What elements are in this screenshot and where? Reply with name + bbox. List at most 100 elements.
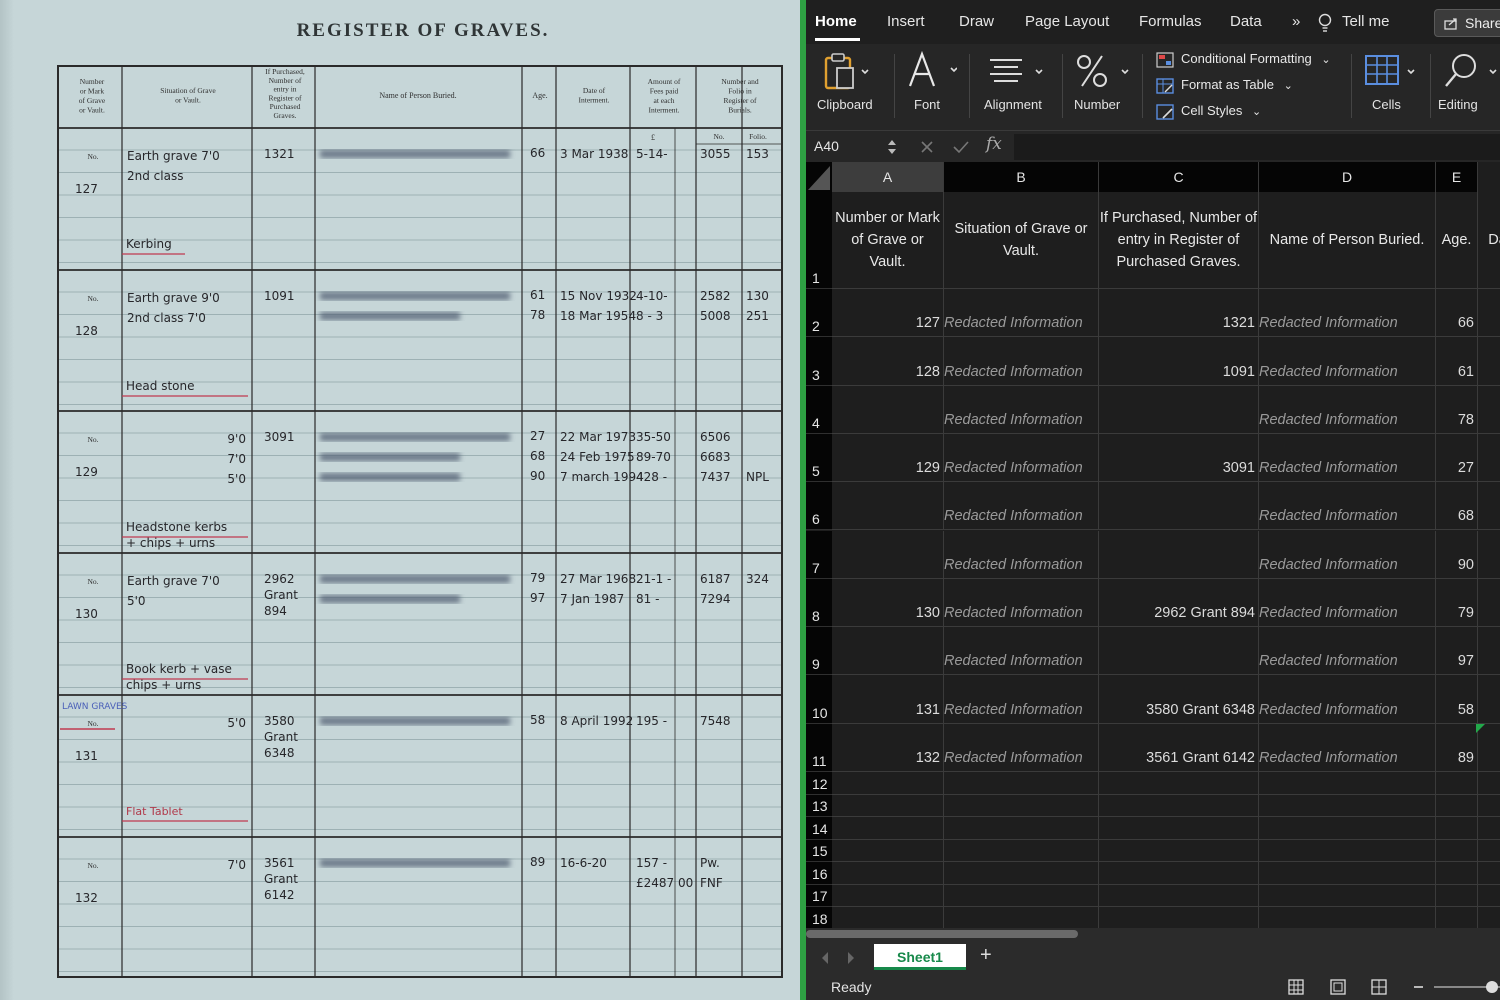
cell-empty-16-3[interactable] [1259, 862, 1436, 885]
row-header-13[interactable]: 13 [806, 794, 832, 817]
cell-c2[interactable]: 1321 [1099, 289, 1259, 338]
cell-c9[interactable] [1099, 627, 1259, 676]
cell-empty-18-4[interactable] [1436, 907, 1478, 930]
number-group[interactable]: Number [1070, 50, 1132, 122]
cell-empty-13-3[interactable] [1259, 794, 1436, 817]
cell-empty-18-1[interactable] [944, 907, 1099, 930]
cell-c3[interactable]: 1091 [1099, 337, 1259, 386]
enter-check-icon[interactable] [952, 140, 970, 154]
cell-e3[interactable]: 61 [1436, 337, 1478, 386]
tab-page-layout[interactable]: Page Layout [1025, 13, 1109, 30]
row-header-8[interactable]: 8 [806, 578, 832, 628]
cell-a10[interactable]: 131 [832, 675, 944, 724]
cell-empty-15-5[interactable] [1478, 840, 1500, 862]
row-header-10[interactable]: 10 [806, 675, 832, 724]
cell-e9[interactable]: 97 [1436, 627, 1478, 676]
editing-group[interactable]: Editing [1436, 50, 1500, 122]
cell-a2[interactable]: 127 [832, 289, 944, 338]
cell-empty-14-0[interactable] [832, 817, 944, 840]
cell-f8[interactable] [1478, 579, 1500, 628]
row-header-18[interactable]: 18 [806, 907, 832, 930]
cell-empty-13-4[interactable] [1436, 794, 1478, 817]
cell-empty-14-4[interactable] [1436, 817, 1478, 840]
cell-d10[interactable]: Redacted Information [1259, 675, 1436, 724]
row-header-17[interactable]: 17 [806, 884, 832, 907]
cell-b2[interactable]: Redacted Information [944, 289, 1099, 338]
cell-b4[interactable]: Redacted Information [944, 385, 1099, 434]
cell-empty-17-4[interactable] [1436, 884, 1478, 907]
cell-d2[interactable]: Redacted Information [1259, 289, 1436, 338]
cell-empty-12-1[interactable] [944, 772, 1099, 795]
cell-b11[interactable]: Redacted Information [944, 723, 1099, 772]
cell-empty-12-4[interactable] [1436, 772, 1478, 795]
row-header-14[interactable]: 14 [806, 817, 832, 840]
sheet-tab-sheet1[interactable]: Sheet1 [874, 944, 966, 970]
column-header-a[interactable]: A [832, 162, 944, 192]
cell-empty-13-1[interactable] [944, 794, 1099, 817]
cell-empty-14-3[interactable] [1259, 817, 1436, 840]
cell-e7[interactable]: 90 [1436, 530, 1478, 579]
cell-empty-13-5[interactable] [1478, 795, 1500, 817]
cell-empty-18-0[interactable] [832, 907, 944, 930]
row-header-6[interactable]: 6 [806, 482, 832, 531]
column-header-b[interactable]: B [944, 162, 1099, 192]
cell-d5[interactable]: Redacted Information [1259, 433, 1436, 483]
cell-c5[interactable]: 3091 [1099, 433, 1259, 483]
cell-empty-14-5[interactable] [1478, 817, 1500, 840]
cell-b9[interactable]: Redacted Information [944, 627, 1099, 676]
cell-a5[interactable]: 129 [832, 433, 944, 483]
cell-e11[interactable]: 89 [1436, 723, 1478, 772]
cell-c8[interactable]: 2962 Grant 894 [1099, 578, 1259, 628]
spreadsheet-grid[interactable]: ABCDE 1 Number or Mark of Grave or Vault.… [806, 162, 1500, 930]
cell-d9[interactable]: Redacted Information [1259, 627, 1436, 676]
function-fx-button[interactable]: fx [986, 134, 1002, 154]
cell-empty-14-1[interactable] [944, 817, 1099, 840]
cell-empty-17-1[interactable] [944, 884, 1099, 907]
horizontal-scrollbar[interactable] [806, 930, 1078, 938]
cell-f6[interactable] [1478, 482, 1500, 531]
cell-b8[interactable]: Redacted Information [944, 578, 1099, 628]
cell-e10[interactable]: 58 [1436, 675, 1478, 724]
cell-empty-16-0[interactable] [832, 862, 944, 885]
cell-d8[interactable]: Redacted Information [1259, 578, 1436, 628]
header-cell-d[interactable]: Name of Person Buried. [1259, 192, 1436, 289]
cell-e8[interactable]: 79 [1436, 578, 1478, 628]
cells-group[interactable]: Cells [1358, 50, 1422, 122]
row-header-7[interactable]: 7 [806, 530, 832, 579]
name-box-stepper-icon[interactable] [886, 138, 898, 156]
font-group[interactable]: Font [902, 50, 962, 122]
format-as-table-button[interactable]: Format as Table ⌄ [1156, 77, 1293, 94]
cell-a3[interactable]: 128 [832, 337, 944, 386]
row-header-3[interactable]: 3 [806, 337, 832, 386]
cell-d6[interactable]: Redacted Information [1259, 482, 1436, 531]
cell-b3[interactable]: Redacted Information [944, 337, 1099, 386]
tab-data[interactable]: Data [1230, 13, 1262, 30]
cell-f5[interactable] [1478, 434, 1500, 483]
header-cell-a[interactable]: Number or Mark of Grave or Vault. [832, 192, 944, 289]
cell-b7[interactable]: Redacted Information [944, 530, 1099, 579]
row-header-1[interactable]: 1 [806, 192, 832, 289]
share-button[interactable]: Share [1434, 9, 1500, 37]
cell-d4[interactable]: Redacted Information [1259, 385, 1436, 434]
cell-e6[interactable]: 68 [1436, 482, 1478, 531]
row-header-16[interactable]: 16 [806, 862, 832, 885]
alignment-group[interactable]: Alignment [978, 50, 1056, 122]
tab-formulas[interactable]: Formulas [1139, 13, 1202, 30]
cell-empty-16-4[interactable] [1436, 862, 1478, 885]
cell-empty-12-0[interactable] [832, 772, 944, 795]
row-header-5[interactable]: 5 [806, 433, 832, 483]
cell-f10[interactable] [1478, 675, 1500, 724]
cell-empty-18-3[interactable] [1259, 907, 1436, 930]
cell-empty-15-2[interactable] [1099, 839, 1259, 862]
row-header-2[interactable]: 2 [806, 289, 832, 338]
cell-empty-12-5[interactable] [1478, 772, 1500, 795]
cell-b5[interactable]: Redacted Information [944, 433, 1099, 483]
cell-empty-15-1[interactable] [944, 839, 1099, 862]
cell-empty-13-2[interactable] [1099, 794, 1259, 817]
column-header-c[interactable]: C [1099, 162, 1259, 192]
tab-draw[interactable]: Draw [959, 13, 994, 30]
cell-d11[interactable]: Redacted Information [1259, 723, 1436, 772]
cell-a7[interactable] [832, 530, 944, 579]
cell-d3[interactable]: Redacted Information [1259, 337, 1436, 386]
row-header-12[interactable]: 12 [806, 772, 832, 795]
